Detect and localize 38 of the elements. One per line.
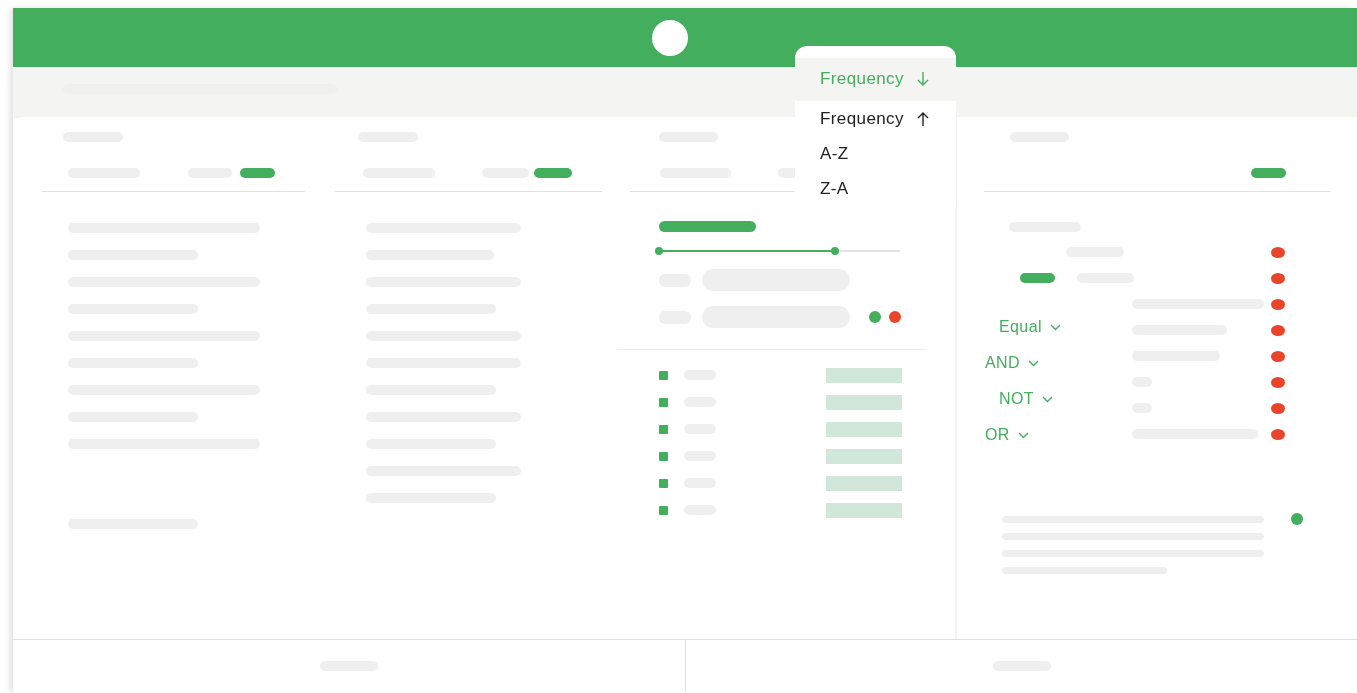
operator-dropdown[interactable]: AND xyxy=(985,351,1092,375)
status-dot xyxy=(1271,402,1285,414)
status-dot xyxy=(869,311,881,323)
operator-dropdown[interactable]: OR xyxy=(985,423,1092,447)
status-dot xyxy=(1271,428,1285,440)
status-dot xyxy=(1271,272,1285,284)
status-dot xyxy=(1271,376,1285,388)
active-pill xyxy=(1251,167,1286,178)
checkbox-icon[interactable] xyxy=(659,370,668,380)
checkbox-icon[interactable] xyxy=(659,451,668,461)
chevron-down-icon xyxy=(1028,359,1039,367)
checkbox-icon[interactable] xyxy=(659,397,668,407)
active-pill xyxy=(534,167,572,178)
menu-item[interactable]: A-Z xyxy=(795,136,956,171)
menu-item[interactable]: Frequency xyxy=(795,58,956,101)
checkbox-icon[interactable] xyxy=(659,505,668,515)
menu-item[interactable]: Frequency xyxy=(795,101,956,136)
checkbox-icon[interactable] xyxy=(659,478,668,488)
checkbox-icon[interactable] xyxy=(659,424,668,434)
status-dot xyxy=(1271,246,1285,258)
arrow-down-icon xyxy=(915,71,930,87)
logo-icon xyxy=(652,19,688,56)
status-dot xyxy=(1291,513,1303,525)
status-dot xyxy=(1271,350,1285,362)
status-dot xyxy=(1271,324,1285,336)
slider-handle[interactable] xyxy=(655,247,663,255)
status-dot xyxy=(1271,298,1285,310)
chevron-down-icon xyxy=(1042,395,1053,403)
chevron-down-icon xyxy=(1049,323,1061,331)
active-pill xyxy=(240,167,275,178)
status-dot xyxy=(889,311,901,323)
operator-dropdown[interactable]: NOT xyxy=(999,387,1092,411)
menu-item[interactable]: Z-A xyxy=(795,171,956,206)
chevron-down-icon xyxy=(1017,431,1029,439)
slider-handle[interactable] xyxy=(830,247,839,255)
operator-dropdown[interactable]: Equal xyxy=(999,315,1092,339)
arrow-up-icon xyxy=(915,110,930,127)
active-pill xyxy=(1020,273,1055,283)
